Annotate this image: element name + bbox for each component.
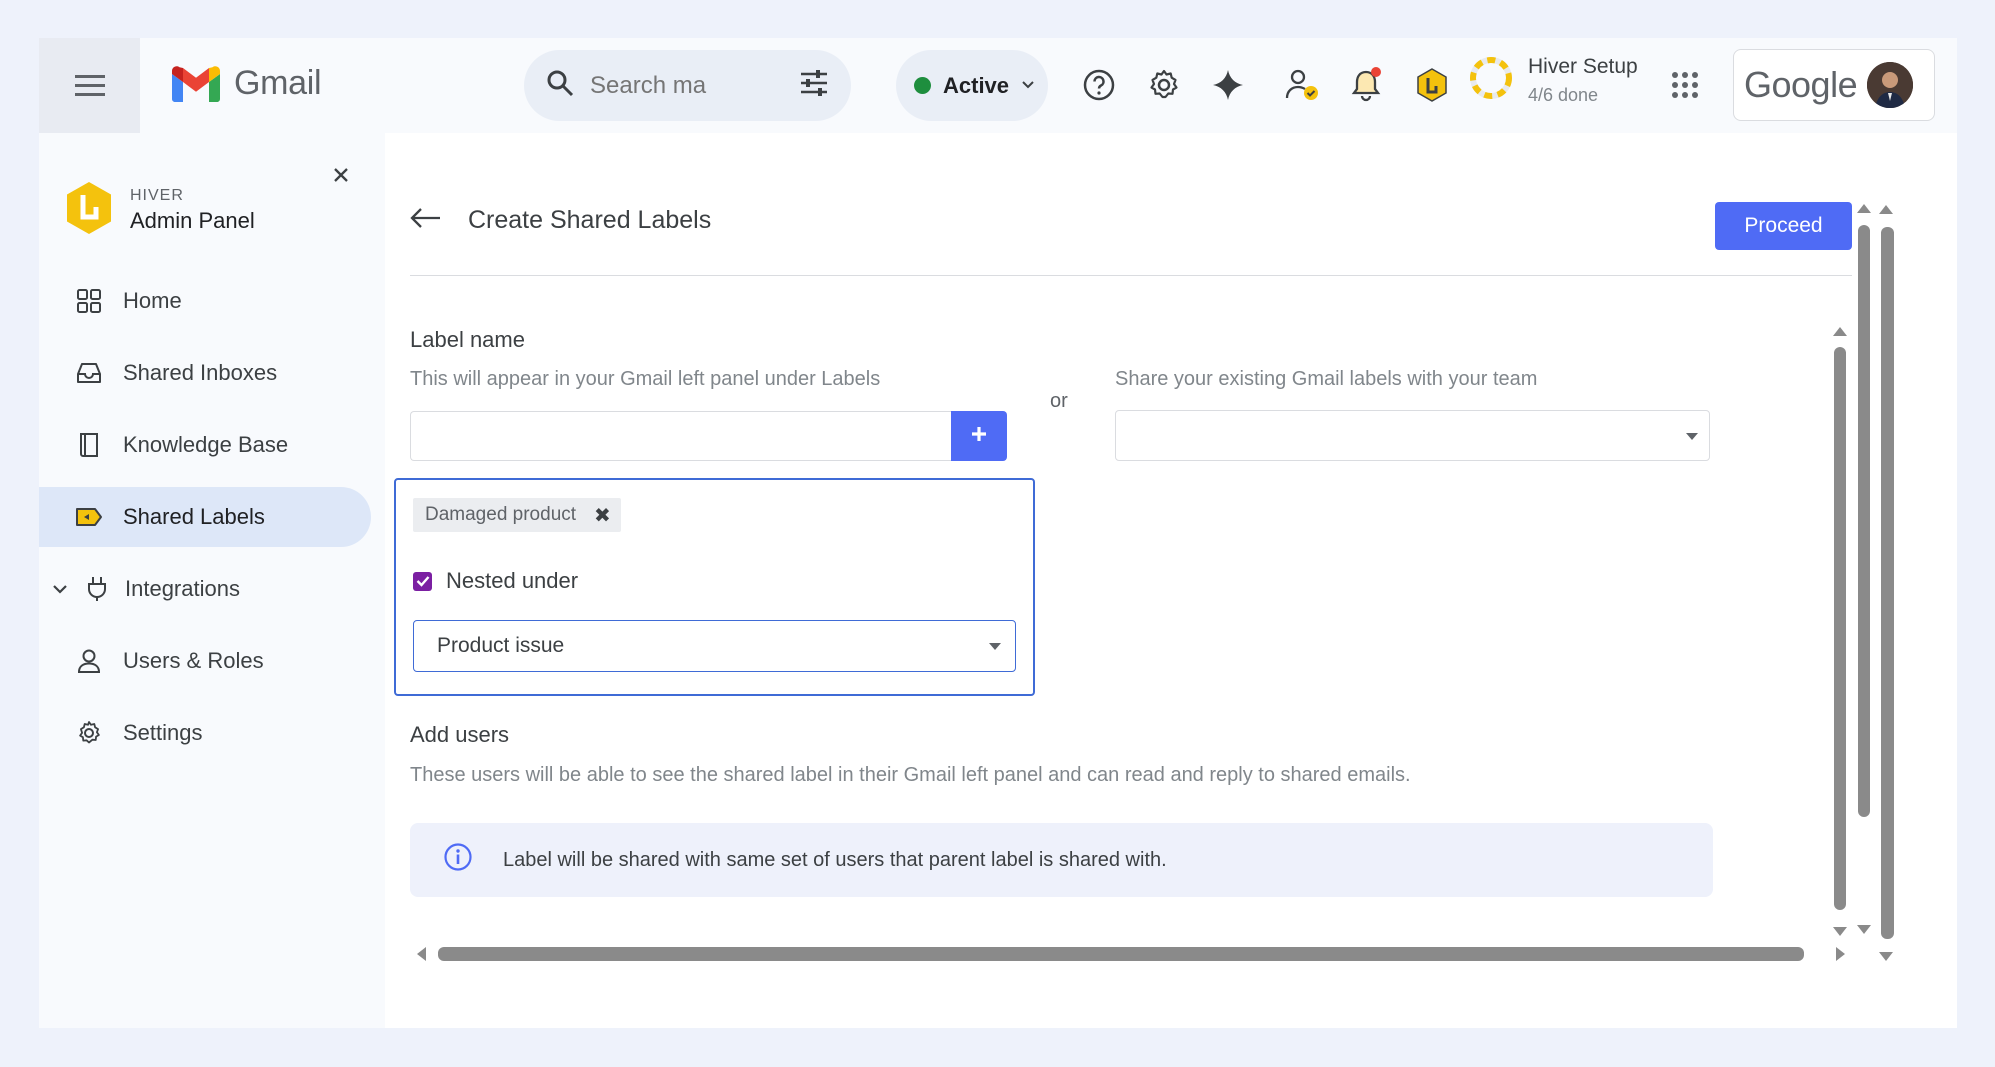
inner-vertical-scrollbar[interactable] (1834, 347, 1846, 910)
caret-down-icon (989, 643, 1001, 650)
status-dropdown[interactable]: Active (896, 50, 1048, 121)
menu-icon[interactable] (39, 38, 140, 133)
help-icon[interactable] (1074, 60, 1124, 110)
or-separator: or (1050, 390, 1068, 412)
book-icon (75, 431, 103, 459)
sidebar-item-knowledge-base[interactable]: Knowledge Base (39, 415, 371, 475)
sidebar-item-label: Users & Roles (123, 648, 264, 673)
nested-under-label: Nested under (446, 568, 579, 593)
page-header: Create Shared Labels (410, 206, 711, 235)
status-dot (914, 77, 931, 94)
chevron-down-icon (1021, 77, 1035, 95)
search-icon[interactable] (546, 69, 574, 102)
scroll-up-arrow-icon[interactable] (1857, 204, 1871, 213)
sidebar-item-label: Shared Inboxes (123, 360, 278, 385)
chip-label: Damaged product (425, 504, 577, 525)
info-banner: Label will be shared with same set of us… (410, 823, 1713, 897)
sidebar-item-label: Shared Labels (123, 504, 265, 529)
search-bar[interactable] (524, 50, 851, 121)
sidebar-item-label: Home (123, 288, 182, 313)
status-label: Active (943, 72, 1010, 98)
sparkle-icon[interactable] (1203, 60, 1253, 110)
scroll-down-arrow-icon[interactable] (1879, 952, 1893, 961)
chip-remove-icon[interactable]: ✖ (594, 503, 611, 528)
existing-labels-select[interactable] (1115, 410, 1710, 461)
horizontal-scrollbar[interactable] (438, 947, 1804, 961)
proceed-button[interactable]: Proceed (1715, 202, 1852, 250)
scroll-left-arrow-icon[interactable] (417, 947, 426, 961)
add-label-button[interactable] (951, 411, 1007, 461)
user-check-icon[interactable] (1278, 60, 1328, 110)
info-text: Label will be shared with same set of us… (503, 848, 1167, 871)
search-input[interactable] (590, 71, 740, 100)
gear-icon[interactable] (1139, 60, 1189, 110)
label-name-heading: Label name (410, 327, 525, 352)
sidebar-item-label: Integrations (125, 576, 240, 601)
hiver-brand: HIVER Admin Panel (64, 180, 255, 241)
chevron-down-icon[interactable] (51, 575, 69, 603)
caret-down-icon (1686, 433, 1698, 440)
gmail-m-icon (172, 65, 220, 102)
plus-icon (970, 425, 988, 448)
existing-labels-help: Share your existing Gmail labels with yo… (1115, 368, 1538, 390)
gmail-logo[interactable]: Gmail (172, 64, 322, 103)
add-users-heading: Add users (410, 722, 510, 747)
inbox-icon (75, 359, 103, 387)
parent-label-value: Product issue (437, 634, 565, 657)
parent-label-select[interactable]: Product issue (413, 620, 1016, 672)
nested-under-checkbox[interactable] (413, 571, 432, 591)
progress-ring-icon (1468, 55, 1514, 106)
hiver-logo-icon (64, 180, 114, 241)
gmail-wordmark: Gmail (234, 64, 322, 102)
avatar (1867, 62, 1914, 108)
label-chip: Damaged product ✖ (413, 498, 621, 532)
close-icon[interactable] (328, 162, 354, 188)
nested-under-option: Nested under (413, 568, 578, 594)
sidebar-item-shared-labels[interactable]: Shared Labels (39, 487, 371, 547)
info-icon (443, 842, 473, 878)
new-label-panel: Damaged product ✖ Nested under Product i… (394, 478, 1035, 696)
google-wordmark: Google (1744, 64, 1858, 105)
label-name-input[interactable] (410, 411, 952, 461)
sidebar-item-users-roles[interactable]: Users & Roles (39, 631, 371, 691)
sidebar-item-shared-inboxes[interactable]: Shared Inboxes (39, 343, 371, 403)
label-name-help: This will appear in your Gmail left pane… (410, 368, 881, 390)
scroll-right-arrow-icon[interactable] (1836, 947, 1845, 961)
brand-title: Admin Panel (130, 208, 255, 233)
scroll-up-arrow-icon[interactable] (1879, 205, 1893, 214)
sidebar-item-label: Knowledge Base (123, 432, 289, 457)
page-title: Create Shared Labels (468, 206, 712, 234)
bell-icon[interactable] (1341, 60, 1391, 110)
sidebar-item-integrations[interactable]: Integrations (39, 559, 371, 619)
hiver-icon[interactable] (1407, 60, 1457, 110)
account-switcher[interactable]: Google (1733, 49, 1935, 121)
scroll-down-arrow-icon[interactable] (1857, 925, 1871, 934)
sidebar-item-label: Settings (123, 720, 203, 745)
page-vertical-scrollbar[interactable] (1858, 225, 1870, 817)
setup-progress[interactable]: Hiver Setup 4/6 done (1468, 55, 1638, 106)
grid-icon (75, 287, 103, 315)
filter-sliders-icon[interactable] (799, 69, 829, 102)
plug-icon (83, 575, 111, 603)
apps-grid-icon[interactable] (1660, 60, 1710, 110)
sidebar-item-settings[interactable]: Settings (39, 703, 371, 763)
brand-small: HIVER (130, 187, 184, 204)
person-icon (75, 647, 103, 675)
back-arrow-icon[interactable] (410, 207, 442, 234)
outer-vertical-scrollbar[interactable] (1881, 227, 1894, 939)
scroll-down-arrow-icon[interactable] (1833, 927, 1847, 936)
label-share-icon (75, 503, 103, 531)
header-divider (410, 275, 1852, 276)
gear-icon (75, 719, 103, 747)
add-users-help: These users will be able to see the shar… (410, 764, 1411, 786)
scroll-up-arrow-icon[interactable] (1833, 327, 1847, 336)
setup-title: Hiver Setup (1528, 55, 1638, 78)
setup-progress-text: 4/6 done (1528, 85, 1599, 105)
sidebar-item-home[interactable]: Home (39, 271, 371, 331)
